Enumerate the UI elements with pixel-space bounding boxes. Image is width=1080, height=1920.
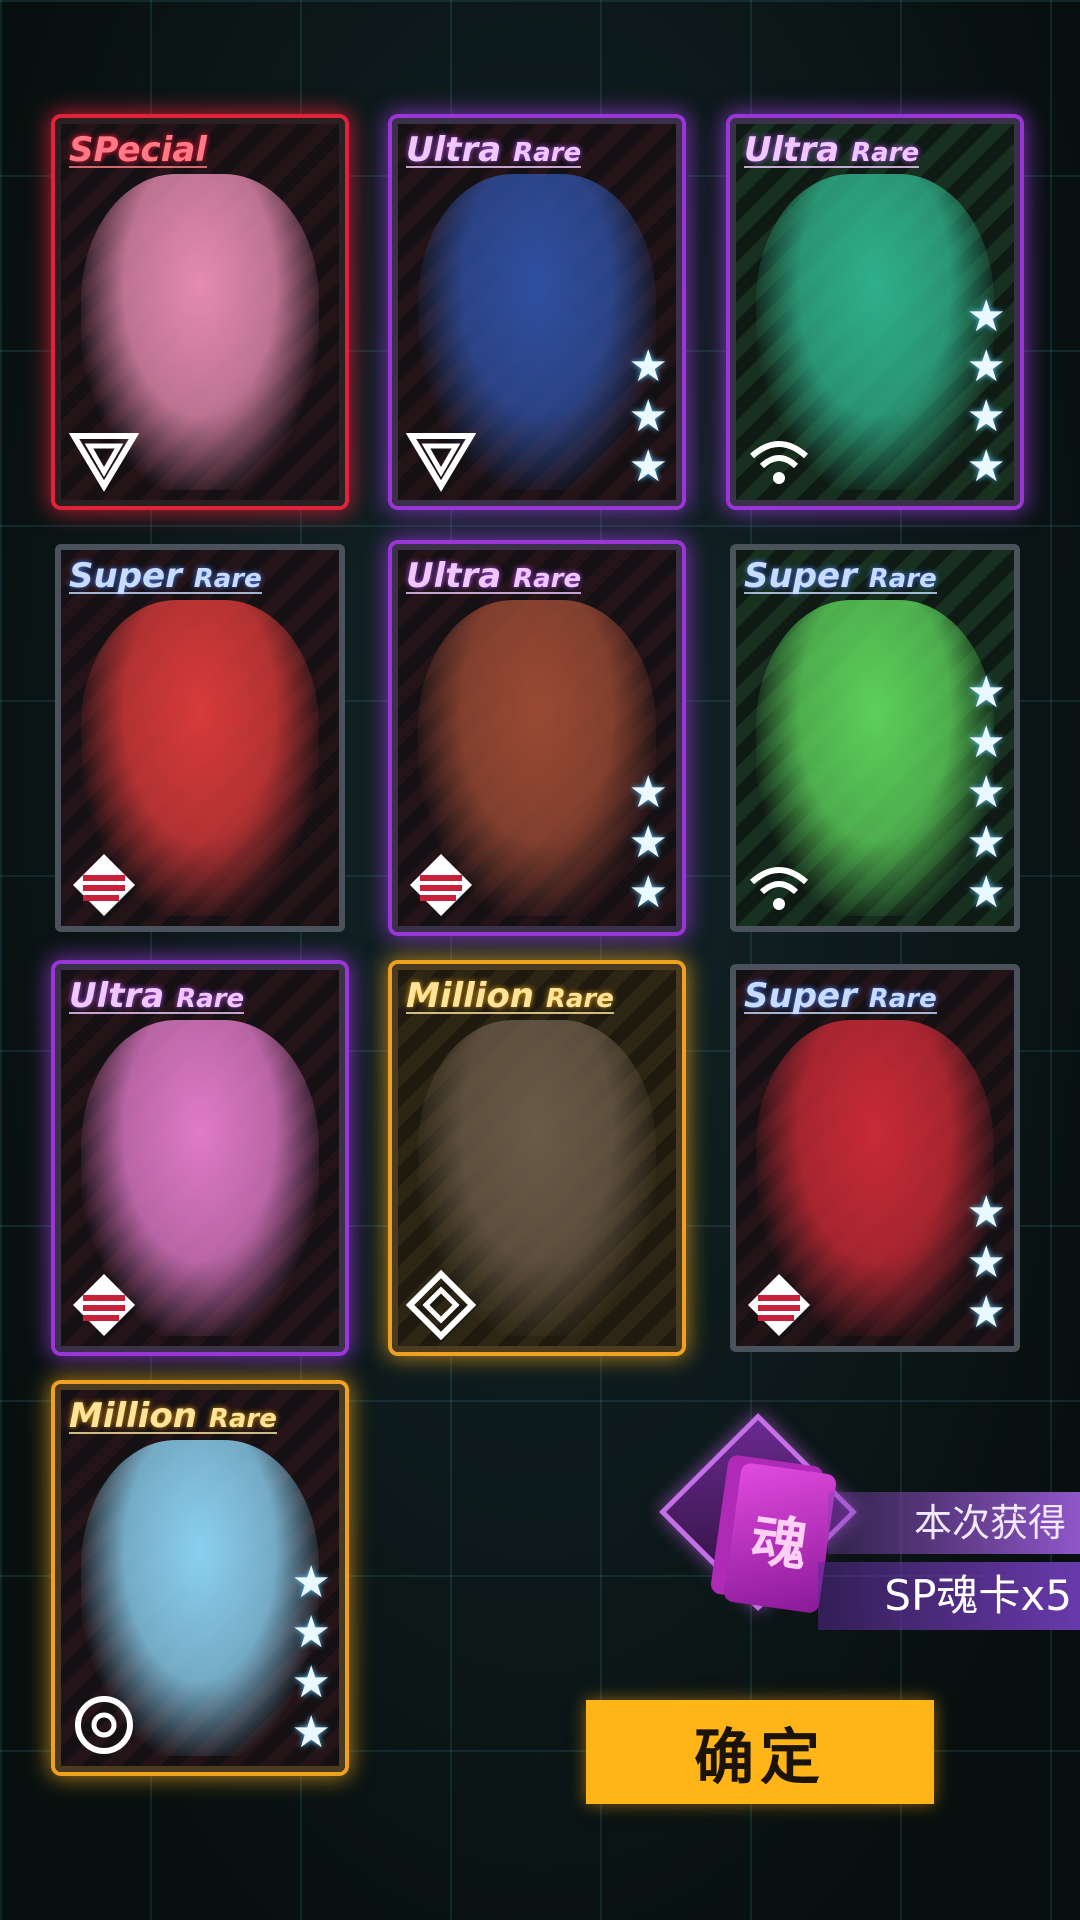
stripes-emblem-icon xyxy=(69,1270,139,1340)
rarity-sub: Rare xyxy=(513,564,582,594)
character-card-7[interactable]: Ultra Rare xyxy=(55,964,345,1352)
character-card-4[interactable]: Super Rare xyxy=(55,544,345,932)
triangle-emblem-icon xyxy=(68,424,140,494)
rarity-label: Million Rare xyxy=(69,1396,277,1436)
reward-title-banner: 本次获得 xyxy=(828,1492,1080,1554)
star-icon: ★ xyxy=(628,441,668,492)
rarity-label: Ultra Rare xyxy=(406,556,582,596)
star-icon: ★ xyxy=(628,867,668,918)
star-icon: ★ xyxy=(291,1607,331,1658)
ring-emblem-icon xyxy=(69,1690,139,1760)
rarity-sub: Rare xyxy=(851,138,920,168)
rarity-label: Ultra Rare xyxy=(744,130,920,170)
rarity-sub: Rare xyxy=(868,564,937,594)
star-icon: ★ xyxy=(291,1707,331,1758)
star-icon: ★ xyxy=(628,817,668,868)
star-rating: ★ ★ ★ xyxy=(629,344,668,490)
star-icon: ★ xyxy=(628,767,668,818)
star-rating: ★ ★ ★ xyxy=(629,770,668,916)
rarity-main: Super xyxy=(744,976,857,1016)
rarity-label: Million Rare xyxy=(406,976,614,1016)
diamond-emblem-icon xyxy=(405,1269,477,1341)
rarity-sub: Rare xyxy=(193,564,262,594)
triangle-emblem-icon xyxy=(405,424,477,494)
star-icon: ★ xyxy=(628,341,668,392)
star-icon: ★ xyxy=(966,341,1006,392)
star-icon: ★ xyxy=(966,441,1006,492)
star-icon: ★ xyxy=(966,667,1006,718)
star-rating: ★ ★ ★ ★ xyxy=(967,294,1006,490)
character-card-10[interactable]: Million Rare ★ ★ ★ ★ xyxy=(55,1384,345,1772)
rarity-main: Ultra xyxy=(406,130,502,170)
stripes-emblem-icon xyxy=(744,1270,814,1340)
rarity-sub: Rare xyxy=(208,1404,277,1434)
rarity-main: Ultra xyxy=(744,130,840,170)
stripes-emblem-icon xyxy=(406,850,476,920)
reward-summary: 魂 本次获得 SP魂卡x5 xyxy=(659,1413,1080,1638)
rarity-main: Super xyxy=(744,556,857,596)
character-card-5[interactable]: Ultra Rare ★ ★ ★ xyxy=(392,544,682,932)
rarity-label: Ultra Rare xyxy=(69,976,245,1016)
star-icon: ★ xyxy=(966,1287,1006,1338)
star-icon: ★ xyxy=(966,817,1006,868)
rarity-main: Ultra xyxy=(406,556,502,596)
stripes-emblem-icon xyxy=(69,850,139,920)
rarity-main: Super xyxy=(69,556,182,596)
character-card-3[interactable]: Ultra Rare ★ ★ ★ ★ xyxy=(730,118,1020,506)
rarity-label: Super Rare xyxy=(744,556,937,596)
character-card-2[interactable]: Ultra Rare ★ ★ ★ xyxy=(392,118,682,506)
character-card-8[interactable]: Million Rare xyxy=(392,964,682,1352)
rarity-sub: Rare xyxy=(513,138,582,168)
wifi-emblem-icon xyxy=(744,850,814,920)
rarity-main: SPecial xyxy=(69,130,207,170)
star-icon: ★ xyxy=(966,767,1006,818)
star-icon: ★ xyxy=(966,291,1006,342)
rarity-sub: Rare xyxy=(545,984,614,1014)
star-icon: ★ xyxy=(966,717,1006,768)
rarity-label: Super Rare xyxy=(69,556,262,596)
rarity-main: Ultra xyxy=(69,976,165,1016)
reward-amount-banner: SP魂卡x5 xyxy=(818,1562,1080,1630)
character-card-1[interactable]: SPecial xyxy=(55,118,345,506)
star-icon: ★ xyxy=(966,1237,1006,1288)
star-icon: ★ xyxy=(628,391,668,442)
wifi-emblem-icon xyxy=(744,424,814,494)
confirm-button[interactable]: 确定 xyxy=(586,1700,934,1804)
rarity-sub: Rare xyxy=(176,984,245,1014)
star-rating: ★ ★ ★ ★ xyxy=(292,1560,331,1756)
star-icon: ★ xyxy=(966,1187,1006,1238)
star-icon: ★ xyxy=(291,1657,331,1708)
rarity-label: Ultra Rare xyxy=(406,130,582,170)
character-card-9[interactable]: Super Rare ★ ★ ★ xyxy=(730,964,1020,1352)
rarity-main: Million xyxy=(406,976,535,1016)
star-rating: ★ ★ ★ ★ ★ xyxy=(967,670,1006,916)
rarity-main: Million xyxy=(69,1396,198,1436)
star-icon: ★ xyxy=(966,867,1006,918)
star-icon: ★ xyxy=(291,1557,331,1608)
star-icon: ★ xyxy=(966,391,1006,442)
star-rating: ★ ★ ★ xyxy=(967,1190,1006,1336)
character-card-6[interactable]: Super Rare ★ ★ ★ ★ ★ xyxy=(730,544,1020,932)
rarity-sub: Rare xyxy=(868,984,937,1014)
rarity-label: SPecial xyxy=(69,130,207,170)
rarity-label: Super Rare xyxy=(744,976,937,1016)
